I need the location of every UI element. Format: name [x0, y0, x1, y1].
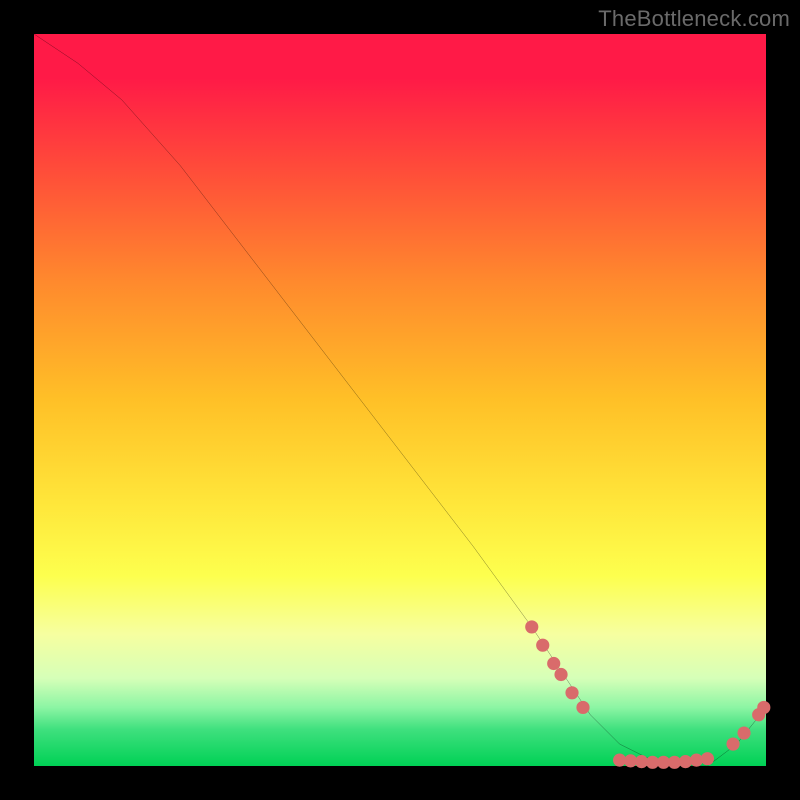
bottleneck-curve: [34, 34, 766, 766]
data-marker: [565, 686, 578, 699]
data-marker: [547, 657, 560, 670]
chart-svg: [34, 34, 766, 766]
data-marker: [576, 701, 589, 714]
data-marker: [554, 668, 567, 681]
data-marker: [726, 737, 739, 750]
data-markers: [525, 620, 770, 769]
data-marker: [737, 726, 750, 739]
data-marker: [757, 701, 770, 714]
chart-frame: TheBottleneck.com: [0, 0, 800, 800]
data-marker: [525, 620, 538, 633]
plot-area: [34, 34, 766, 766]
watermark-text: TheBottleneck.com: [598, 6, 790, 32]
data-marker: [701, 752, 714, 765]
data-marker: [536, 639, 549, 652]
